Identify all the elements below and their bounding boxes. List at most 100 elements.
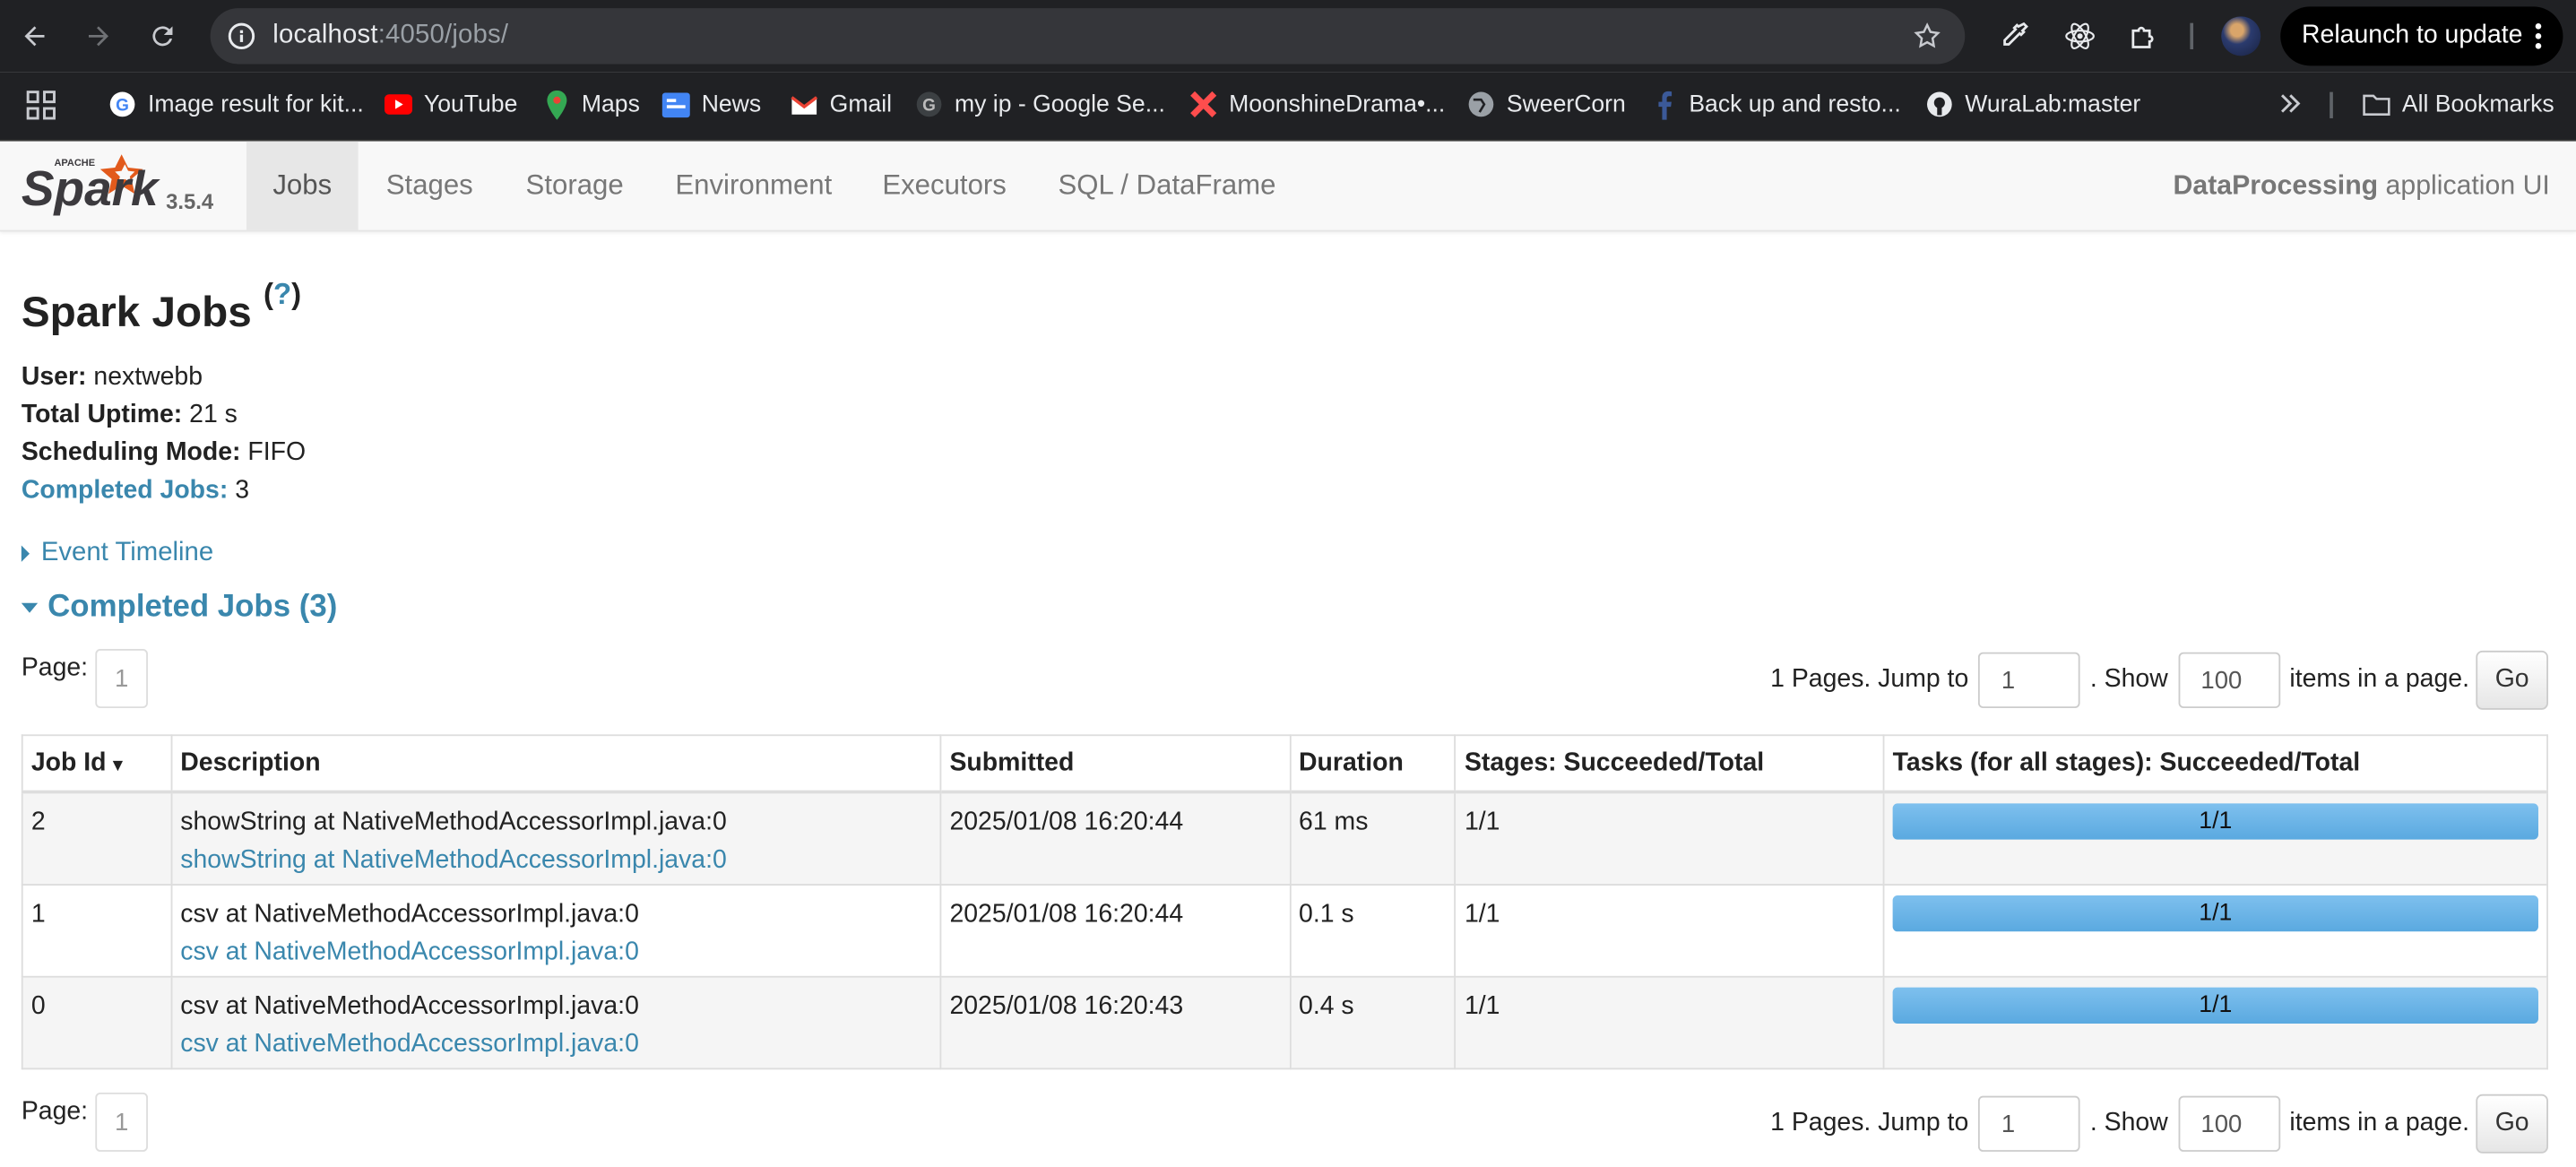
relaunch-button[interactable]: Relaunch to update: [2280, 6, 2563, 66]
jump-to-page-input[interactable]: 1: [1978, 652, 2080, 709]
forward-arrow-icon: [88, 26, 108, 47]
bookmark-item[interactable]: WuraLab:master: [1925, 91, 2140, 118]
tab-executors[interactable]: Executors: [882, 142, 1007, 230]
tasks-progress-bar: 1/1: [1892, 895, 2538, 932]
folder-icon: [2363, 91, 2390, 118]
table-header-row: Job Id ▾ Description Submitted Duration …: [21, 734, 2548, 794]
page-size-input[interactable]: 100: [2177, 652, 2280, 709]
caret-down-icon: [21, 602, 39, 613]
description-cell: csv at NativeMethodAccessorImpl.java:0 cs…: [170, 975, 942, 1070]
svg-text:G: G: [116, 96, 129, 115]
bookmark-item[interactable]: Back up and resto...: [1649, 90, 1901, 119]
event-timeline-toggle[interactable]: Event Timeline: [21, 539, 213, 568]
header-stages[interactable]: Stages: Succeeded/Total: [1454, 734, 1885, 794]
apps-grid-icon[interactable]: [26, 91, 56, 128]
profile-avatar[interactable]: [2221, 16, 2261, 56]
submitted-cell: 2025/01/08 16:20:44: [939, 884, 1291, 978]
extensions-puzzle-icon[interactable]: [2128, 20, 2161, 53]
gmail-icon: [791, 91, 818, 118]
job-id-cell: 2: [21, 791, 173, 886]
bookmark-item[interactable]: G my ip - Google Se...: [915, 91, 1165, 118]
completed-jobs-link[interactable]: Completed Jobs:: [22, 477, 228, 505]
completed-jobs-header[interactable]: Completed Jobs (3): [21, 590, 338, 626]
description-link[interactable]: showString at NativeMethodAccessorImpl.j…: [180, 841, 931, 878]
go-button[interactable]: Go: [2476, 1094, 2548, 1154]
duration-cell: 0.4 s: [1289, 975, 1457, 1070]
description-cell: csv at NativeMethodAccessorImpl.java:0 cs…: [170, 884, 942, 978]
header-submitted[interactable]: Submitted: [939, 734, 1291, 794]
bookmark-item[interactable]: Maps: [542, 89, 640, 119]
help-link[interactable]: ?: [273, 278, 291, 311]
react-devtools-icon[interactable]: [2063, 20, 2096, 53]
bookmarks-bar: G Image result for kit... YouTube Maps N…: [0, 72, 2576, 142]
github-icon: [1925, 91, 1953, 118]
tasks-cell: 1/1: [1882, 975, 2548, 1070]
bookmark-item[interactable]: News: [661, 91, 761, 118]
back-button[interactable]: [10, 12, 59, 61]
description-text: showString at NativeMethodAccessorImpl.j…: [180, 808, 727, 836]
spark-logo[interactable]: Spark APACHE: [20, 144, 168, 223]
svg-text:Spark: Spark: [22, 160, 160, 216]
duration-cell: 0.1 s: [1289, 884, 1457, 978]
stages-cell: 1/1: [1454, 975, 1885, 1070]
go-button[interactable]: Go: [2476, 650, 2548, 710]
tasks-cell: 1/1: [1882, 791, 2548, 886]
bookmark-item[interactable]: YouTube: [384, 91, 517, 118]
youtube-icon: [384, 91, 413, 118]
description-cell: showString at NativeMethodAccessorImpl.j…: [170, 791, 942, 886]
site-info-icon[interactable]: [227, 22, 256, 51]
more-vert-icon: [2535, 23, 2542, 49]
page-number-button[interactable]: 1: [95, 1092, 148, 1152]
reload-button[interactable]: [138, 12, 187, 61]
jobs-table: Job Id ▾ Description Submitted Duration …: [21, 734, 2548, 1070]
table-row: 2 showString at NativeMethodAccessorImpl…: [21, 791, 2548, 886]
tasks-cell: 1/1: [1882, 884, 2548, 978]
bookmark-item[interactable]: G Image result for kit...: [108, 91, 364, 118]
bookmark-item[interactable]: SweerCorn: [1467, 91, 1626, 118]
description-link[interactable]: csv at NativeMethodAccessorImpl.java:0: [180, 1025, 931, 1063]
items-text: items in a page.: [2289, 1109, 2469, 1137]
bookmark-item[interactable]: MoonshineDrama•...: [1189, 91, 1445, 118]
address-bar[interactable]: localhost:4050/jobs/: [210, 8, 1966, 65]
tab-jobs[interactable]: Jobs: [246, 141, 359, 230]
jump-to-page-input[interactable]: 1: [1978, 1095, 2080, 1152]
duration-cell: 61 ms: [1289, 791, 1457, 886]
page-title: Spark Jobs (?): [21, 277, 302, 337]
job-id-cell: 1: [21, 884, 173, 978]
header-description[interactable]: Description: [170, 734, 942, 794]
uptime-info: Total Uptime: 21 s: [21, 401, 238, 429]
tab-stages[interactable]: Stages: [386, 142, 473, 230]
header-duration[interactable]: Duration: [1289, 734, 1457, 794]
pages-text: 1 Pages. Jump to: [1770, 1109, 1969, 1137]
page-size-input[interactable]: 100: [2177, 1095, 2280, 1152]
moonshine-icon: [1189, 91, 1217, 118]
pages-text: 1 Pages. Jump to: [1770, 665, 1969, 694]
toolbar-separator: [2190, 22, 2194, 49]
svg-text:APACHE: APACHE: [54, 158, 95, 169]
submitted-cell: 2025/01/08 16:20:43: [939, 975, 1291, 1070]
header-job-id[interactable]: Job Id ▾: [21, 734, 173, 794]
facebook-icon: [1649, 90, 1677, 119]
globe-icon: [1467, 91, 1495, 118]
google-icon: G: [108, 91, 136, 118]
stages-cell: 1/1: [1454, 884, 1885, 978]
pagination-controls: 1 Pages. Jump to 1 . Show 100 items in a…: [1770, 1093, 2548, 1155]
caret-right-icon: [21, 545, 30, 562]
tab-environment[interactable]: Environment: [675, 142, 832, 230]
description-link[interactable]: csv at NativeMethodAccessorImpl.java:0: [180, 933, 931, 971]
all-bookmarks-button[interactable]: All Bookmarks: [2363, 91, 2554, 118]
tab-storage[interactable]: Storage: [526, 142, 624, 230]
header-tasks[interactable]: Tasks (for all stages): Succeeded/Total: [1882, 734, 2548, 794]
page-number-button[interactable]: 1: [95, 649, 148, 709]
completed-jobs-info: Completed Jobs: 3: [21, 476, 250, 505]
pagination-bottom: Page: 1 1 Pages. Jump to 1 . Show 100 it…: [22, 1092, 2548, 1155]
forward-button[interactable]: [73, 12, 123, 61]
app-ui-title: DataProcessing application UI: [2173, 170, 2550, 201]
tab-sql-dataframe[interactable]: SQL / DataFrame: [1058, 142, 1275, 230]
tasks-progress-bar: 1/1: [1892, 987, 2538, 1024]
bookmark-star-icon[interactable]: [1913, 22, 1942, 51]
chevron-double-right-icon[interactable]: [2278, 92, 2302, 124]
description-text: csv at NativeMethodAccessorImpl.java:0: [180, 900, 639, 929]
bookmark-item[interactable]: Gmail: [791, 91, 892, 118]
eyedropper-extension-icon[interactable]: [1998, 20, 2031, 53]
